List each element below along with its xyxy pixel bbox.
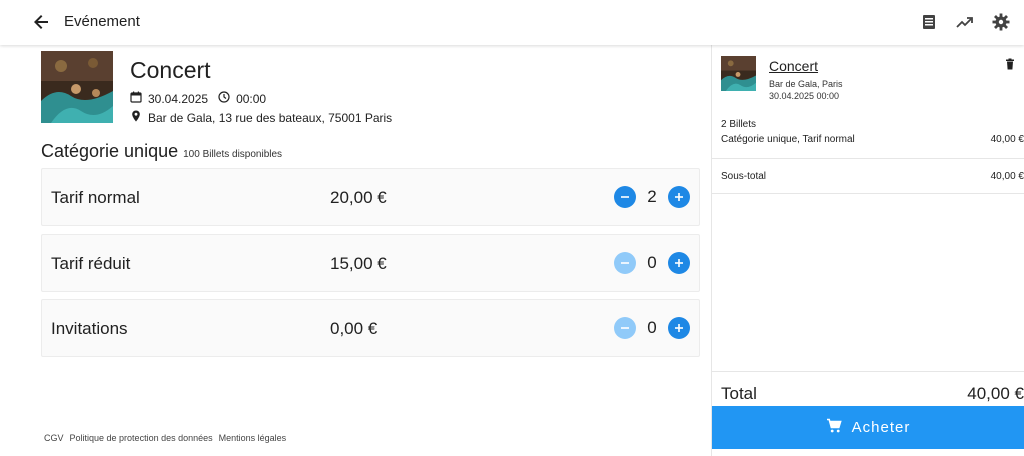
plus-icon[interactable] [668,186,690,208]
category-availability: 100 Billets disponibles [183,149,283,160]
divider [712,193,1024,194]
calendar-icon [130,91,142,106]
total-amount: 40,00 € [967,384,1024,403]
event-date: 30.04.2025 [148,91,209,106]
location-pin-icon [130,110,142,125]
event-main-panel: Concert 30.04.2025 00:00 Bar de Gala, 13… [0,45,711,456]
quantity-stepper: 0 [614,252,690,274]
trending-up-icon[interactable] [954,11,976,33]
cart-event-venue: Bar de Gala, Paris [769,79,843,89]
footer-link-legal[interactable]: Mentions légales [219,433,287,443]
ticket-price: 20,00 € [330,188,387,207]
event-time: 00:00 [236,91,267,106]
quantity-value: 0 [647,318,657,337]
event-address-row: Bar de Gala, 13 rue des bateaux, 75001 P… [130,110,392,125]
total-label: Total [721,384,757,403]
buy-button[interactable]: Acheter [712,406,1024,449]
ticket-row-tarif-reduit: Tarif réduit 15,00 € 0 [41,234,700,292]
cart-line-item: Catégorie unique, Tarif normal 40,00 € [721,134,1024,145]
list-icon[interactable] [918,11,940,33]
cart-event-thumbnail [721,56,756,91]
shopping-cart-icon [826,418,842,438]
ticket-row-invitations: Invitations 0,00 € 0 [41,299,700,357]
top-app-bar: Evénement [0,0,1024,45]
back-arrow-icon[interactable] [30,11,52,33]
divider [712,371,1024,372]
footer-link-privacy[interactable]: Politique de protection des données [70,433,213,443]
settings-gear-icon[interactable] [990,11,1012,33]
minus-icon[interactable] [614,317,636,339]
event-title: Concert [130,57,211,83]
event-image [41,51,113,123]
cart-ticket-count: 2 Billets [721,119,757,130]
clock-icon [218,91,230,106]
buy-button-label: Acheter [851,419,911,436]
cart-event-title[interactable]: Concert [769,58,818,74]
event-address: Bar de Gala, 13 rue des bateaux, 75001 P… [148,110,393,125]
quantity-value: 2 [647,187,657,206]
footer-links: CGV Politique de protection des données … [44,433,286,443]
divider [712,158,1024,159]
plus-icon[interactable] [668,252,690,274]
minus-icon[interactable] [614,186,636,208]
category-title: Catégorie unique [41,141,179,161]
ticket-name: Tarif normal [51,188,140,207]
minus-icon[interactable] [614,252,636,274]
plus-icon[interactable] [668,317,690,339]
footer-link-cgv[interactable]: CGV [44,433,64,443]
subtotal-label: Sous-total [721,171,767,182]
cart-total-row: Total 40,00 € [721,384,1024,404]
cart-event-datetime: 30.04.2025 00:00 [769,91,840,101]
trash-icon[interactable] [1004,57,1016,70]
ticket-name: Tarif réduit [51,254,131,273]
ticket-price: 15,00 € [330,254,387,273]
subtotal-amount: 40,00 € [990,171,1024,182]
cart-line-amount: 40,00 € [990,134,1024,145]
quantity-value: 0 [647,253,657,272]
quantity-stepper: 2 [614,186,690,208]
cart-panel: Concert Bar de Gala, Paris 30.04.2025 00… [711,45,1024,456]
quantity-stepper: 0 [614,317,690,339]
ticket-price: 0,00 € [330,319,378,338]
cart-line-label: Catégorie unique, Tarif normal [721,134,855,145]
event-datetime: 30.04.2025 00:00 [130,91,266,106]
cart-subtotal-row: Sous-total 40,00 € [721,171,1024,182]
ticket-row-tarif-normal: Tarif normal 20,00 € 2 [41,168,700,226]
ticket-name: Invitations [51,319,128,338]
page-title: Evénement [64,13,140,30]
category-header: Catégorie unique 100 Billets disponibles [41,141,282,162]
